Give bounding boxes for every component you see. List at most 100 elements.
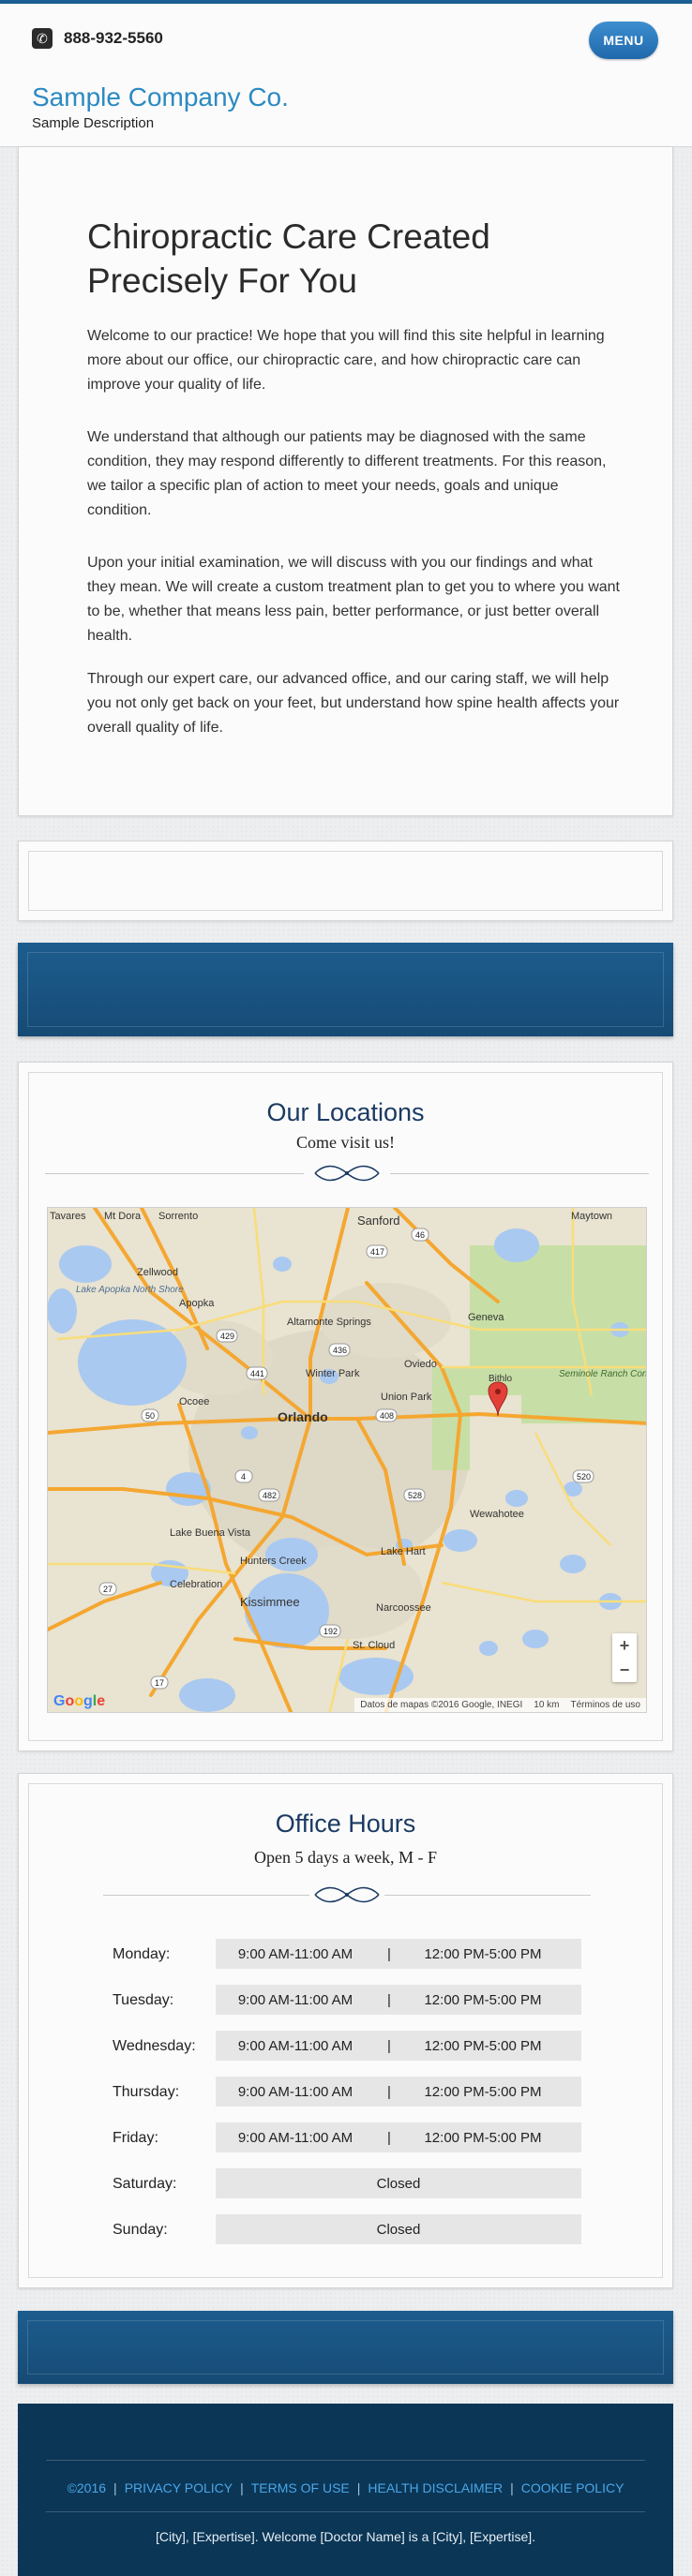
terms-of-use-link[interactable]: TERMS OF USE — [251, 2480, 350, 2495]
day-hours: 9:00 AM-11:00 AM | 12:00 PM-5:00 PM — [216, 1939, 581, 1969]
locations-section: Our Locations Come visit us! Tavares Mt … — [18, 1062, 673, 1751]
map-label: Winter Park — [306, 1368, 360, 1379]
map-label: Oviedo — [404, 1359, 437, 1370]
map-label: Ocoee — [179, 1396, 209, 1407]
privacy-policy-link[interactable]: PRIVACY POLICY — [125, 2480, 233, 2495]
empty-panel-frame — [28, 851, 663, 911]
map-label: Altamonte Springs — [287, 1317, 371, 1328]
map-terms-link[interactable]: Términos de uso — [571, 1700, 640, 1710]
map-label: Narcoossee — [376, 1602, 431, 1614]
location-map[interactable]: Tavares Mt Dora Sorrento Sanford Maytown… — [47, 1207, 647, 1713]
day-hours: Closed — [216, 2168, 581, 2198]
afternoon-hours: 12:00 PM-5:00 PM — [424, 2037, 542, 2054]
map-data-credit: Datos de mapas ©2016 Google, INEGI — [360, 1700, 523, 1710]
road-label: 50 — [145, 1411, 155, 1421]
map-label: Lake Buena Vista — [170, 1527, 251, 1539]
menu-button[interactable]: MENU — [589, 22, 658, 59]
map-label: Wewahotee — [470, 1509, 524, 1520]
footer-separator: | — [240, 2480, 244, 2495]
divider-line — [45, 1173, 304, 1174]
cookie-policy-link[interactable]: COOKIE POLICY — [521, 2480, 624, 2495]
map-label: Orlando — [278, 1409, 328, 1424]
road-label: 192 — [323, 1627, 338, 1636]
hours-separator: | — [387, 1945, 391, 1962]
office-hours-section: Office Hours Open 5 days a week, M - F M… — [18, 1773, 673, 2288]
company-description: Sample Description — [32, 115, 155, 131]
morning-hours: 9:00 AM-11:00 AM — [237, 1991, 354, 2008]
footer-links: ©2016 | PRIVACY POLICY | TERMS OF USE | HEALTH… — [18, 2480, 673, 2495]
copyright: ©2016 — [67, 2480, 107, 2495]
map-label: Geneva — [468, 1312, 504, 1323]
blue-banner — [18, 2311, 673, 2384]
intro-paragraph: Welcome to our practice! We hope that yo… — [87, 328, 605, 393]
road-label: 4 — [241, 1472, 246, 1482]
map-zoom-controls: + − — [612, 1633, 637, 1682]
zoom-out-button[interactable]: − — [612, 1658, 637, 1682]
phone-icon: ✆ — [32, 28, 53, 49]
road-label: 408 — [380, 1411, 394, 1421]
divider-line — [384, 1895, 591, 1896]
footer-separator: | — [113, 2480, 117, 2495]
map-label: Seminole Ranch Conservation Area — [559, 1369, 647, 1379]
footer-divider — [46, 2460, 645, 2461]
footer-note: [City], [Expertise]. Welcome [Doctor Nam… — [155, 2529, 536, 2544]
hours-row-sunday: Sunday: Closed — [113, 2214, 600, 2246]
scroll-ornament-icon — [314, 1886, 380, 1903]
health-disclaimer-link[interactable]: HEALTH DISCLAIMER — [368, 2480, 503, 2495]
morning-hours: 9:00 AM-11:00 AM — [237, 1945, 354, 1962]
road-label: 436 — [333, 1346, 347, 1355]
map-scale: 10 km — [534, 1700, 560, 1710]
road-label: 46 — [415, 1230, 425, 1240]
road-label: 429 — [220, 1332, 234, 1341]
road-label: 520 — [577, 1472, 591, 1482]
empty-panel — [18, 841, 673, 921]
footer-separator: | — [510, 2480, 514, 2495]
road-label: 27 — [103, 1585, 113, 1594]
site-footer: ©2016 | PRIVACY POLICY | TERMS OF USE | HEALTH… — [18, 2404, 673, 2576]
banner-frame — [27, 2320, 664, 2375]
morning-hours: 9:00 AM-11:00 AM — [237, 2083, 354, 2100]
road-label: 17 — [155, 1678, 164, 1688]
road-label: 441 — [250, 1369, 264, 1378]
afternoon-hours: 12:00 PM-5:00 PM — [424, 2129, 542, 2146]
closed-label: Closed — [376, 2175, 421, 2192]
map-label: Kissimmee — [240, 1595, 300, 1609]
morning-hours: 9:00 AM-11:00 AM — [237, 2129, 354, 2146]
day-label: Monday: — [113, 1946, 171, 1962]
hours-row-friday: Friday: 9:00 AM-11:00 AM | 12:00 PM-5:00… — [113, 2122, 600, 2154]
day-hours: 9:00 AM-11:00 AM | 12:00 PM-5:00 PM — [216, 2031, 581, 2061]
footer-separator: | — [356, 2480, 361, 2495]
scroll-ornament-icon — [314, 1165, 380, 1182]
hours-subtitle: Open 5 days a week, M - F — [254, 1848, 437, 1867]
hours-separator: | — [387, 1991, 391, 2008]
map-label: Hunters Creek — [240, 1556, 307, 1567]
company-name[interactable]: Sample Company Co. — [32, 82, 289, 112]
intro-paragraph: Through our expert care, our advanced of… — [87, 671, 620, 736]
hours-separator: | — [387, 2037, 391, 2054]
intro-section: Chiropractic Care Created Precisely For … — [18, 147, 673, 816]
intro-paragraph: Upon your initial examination, we will d… — [87, 555, 620, 644]
map-label: Celebration — [170, 1579, 222, 1590]
intro-title: Chiropractic Care Created Precisely For … — [87, 217, 490, 300]
closed-label: Closed — [376, 2221, 421, 2238]
banner-frame — [27, 952, 664, 1027]
map-canvas: Tavares Mt Dora Sorrento Sanford Maytown… — [48, 1208, 647, 1712]
day-hours: 9:00 AM-11:00 AM | 12:00 PM-5:00 PM — [216, 2122, 581, 2152]
footer-divider — [46, 2511, 645, 2512]
road-label: 528 — [408, 1491, 422, 1500]
map-label: Mt Dora — [104, 1211, 142, 1222]
map-label: Bithlo — [489, 1374, 512, 1384]
road-label: 417 — [370, 1247, 384, 1257]
phone-link[interactable]: ✆ 888-932-5560 — [32, 28, 163, 49]
map-label: Lake Hart — [381, 1546, 426, 1557]
road-label: 482 — [263, 1491, 277, 1500]
map-label: Maytown — [571, 1211, 612, 1222]
site-header: ✆ 888-932-5560 MENU Sample Company Co. S… — [0, 0, 692, 147]
map-label: Sorrento — [158, 1211, 198, 1222]
day-label: Friday: — [113, 2130, 158, 2146]
afternoon-hours: 12:00 PM-5:00 PM — [424, 1945, 542, 1962]
zoom-in-button[interactable]: + — [612, 1633, 637, 1658]
hours-row-wednesday: Wednesday: 9:00 AM-11:00 AM | 12:00 PM-5… — [113, 2031, 600, 2062]
hours-title: Office Hours — [275, 1809, 416, 1838]
day-label: Wednesday: — [113, 2038, 196, 2054]
